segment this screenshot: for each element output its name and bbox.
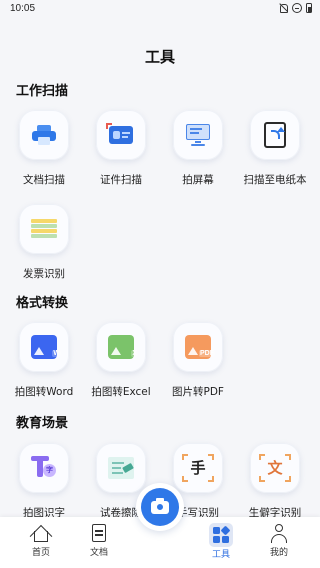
tool-tile[interactable] xyxy=(19,110,69,160)
tool-rare-character-recognition[interactable]: 文 生僻字识别 xyxy=(239,443,311,520)
section-title-education: 教育场景 xyxy=(16,416,69,431)
tool-tile[interactable]: PDF xyxy=(173,322,223,372)
rare-character-icon: 文 xyxy=(259,454,291,482)
handwriting-icon: 手 xyxy=(182,454,214,482)
tools-grid-icon xyxy=(209,523,233,547)
tool-tile[interactable] xyxy=(19,204,69,254)
tool-label: 扫描至电纸本 xyxy=(243,174,307,186)
camera-icon xyxy=(141,488,179,526)
status-time: 10:05 xyxy=(10,3,36,14)
tool-tile[interactable] xyxy=(250,110,300,160)
document-icon xyxy=(89,523,109,543)
tool-invoice-recognition[interactable]: 发票识别 xyxy=(8,204,80,281)
tool-tile[interactable] xyxy=(96,443,146,493)
id-card-icon xyxy=(106,123,133,144)
status-bar: 10:05 xyxy=(0,0,320,18)
status-icons xyxy=(278,3,312,13)
word-icon: W xyxy=(31,335,61,359)
monitor-icon xyxy=(186,124,210,146)
tool-document-scan[interactable]: 文档扫描 xyxy=(8,110,80,187)
tool-tile[interactable]: 文 xyxy=(250,443,300,493)
tool-tile[interactable] xyxy=(173,110,223,160)
tool-label: 拍屏幕 xyxy=(182,174,214,186)
tool-text-recognition[interactable]: 字 拍图识字 xyxy=(8,443,80,520)
invoice-icon xyxy=(31,219,57,239)
tool-label: 证件扫描 xyxy=(100,174,142,186)
nav-home[interactable]: 首页 xyxy=(16,523,66,558)
tool-screen-capture[interactable]: 拍屏幕 xyxy=(162,110,234,187)
tool-label: 拍图转Excel xyxy=(91,386,151,398)
person-icon xyxy=(269,523,289,543)
tool-label: 发票识别 xyxy=(23,268,65,280)
section-title-convert: 格式转换 xyxy=(16,296,69,311)
ebook-icon xyxy=(264,122,286,148)
nav-label: 工具 xyxy=(211,550,230,560)
tool-label: 拍图转Word xyxy=(14,386,74,398)
tool-id-scan[interactable]: 证件扫描 xyxy=(85,110,157,187)
tool-tile[interactable]: 手 xyxy=(173,443,223,493)
nav-label: 我的 xyxy=(269,548,288,558)
nav-tools[interactable]: 工具 xyxy=(196,523,246,560)
eraser-icon xyxy=(108,457,134,479)
pdf-icon: PDF xyxy=(185,335,215,359)
battery-icon xyxy=(306,3,312,13)
tool-tile[interactable]: 字 xyxy=(19,443,69,493)
tool-photo-to-excel[interactable]: X 拍图转Excel xyxy=(85,322,157,399)
tool-label: 文档扫描 xyxy=(23,174,65,186)
do-not-disturb-icon xyxy=(292,3,302,13)
text-recognition-icon: 字 xyxy=(31,456,57,480)
tool-tile[interactable]: X xyxy=(96,322,146,372)
nav-me[interactable]: 我的 xyxy=(254,523,304,558)
nav-label: 文档 xyxy=(89,548,108,558)
tool-tile[interactable]: W xyxy=(19,322,69,372)
tool-scan-to-ebook[interactable]: 扫描至电纸本 xyxy=(239,110,311,187)
notifications-muted-icon xyxy=(278,3,288,13)
tool-tile[interactable] xyxy=(96,110,146,160)
camera-button[interactable] xyxy=(136,483,184,531)
home-icon xyxy=(29,523,53,548)
tool-photo-to-word[interactable]: W 拍图转Word xyxy=(8,322,80,399)
excel-icon: X xyxy=(108,335,138,359)
page-title: 工具 xyxy=(144,48,175,66)
section-title-scan: 工作扫描 xyxy=(16,84,69,99)
tool-image-to-pdf[interactable]: PDF 图片转PDF xyxy=(162,322,234,399)
printer-icon xyxy=(32,125,56,145)
nav-documents[interactable]: 文档 xyxy=(74,523,124,558)
tool-label: 图片转PDF xyxy=(172,386,224,398)
